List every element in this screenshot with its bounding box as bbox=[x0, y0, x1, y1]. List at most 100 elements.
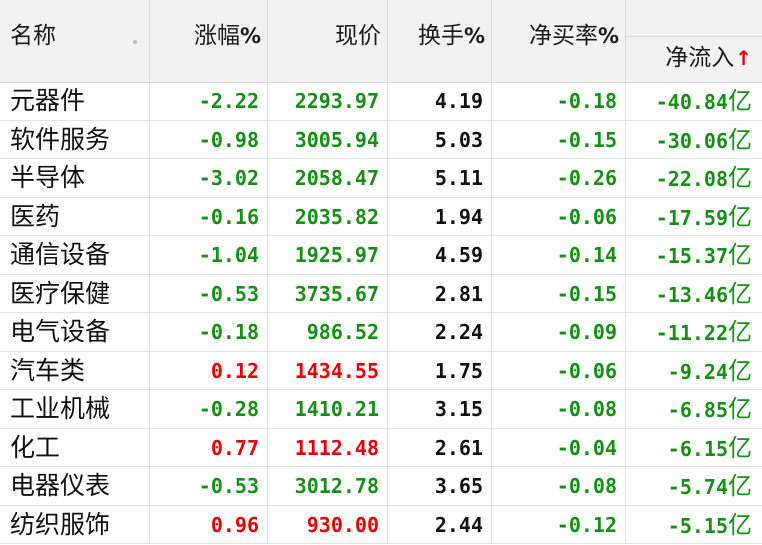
turnover-value: 1.94 bbox=[388, 197, 492, 235]
net-flow-value: -40.84亿 bbox=[655, 87, 752, 115]
column-header-price[interactable]: 现价 bbox=[268, 0, 388, 82]
unit-label: 亿 bbox=[728, 318, 752, 346]
unit-label: 亿 bbox=[728, 510, 752, 539]
net-buy-value: -0.06 bbox=[492, 197, 626, 235]
column-header-net-flow[interactable]: 净流入↑ bbox=[626, 0, 762, 82]
table-row[interactable]: 半导体 -3.02 2058.47 5.11 -0.26 -22.08亿 bbox=[0, 159, 762, 198]
change-value: -0.53 bbox=[150, 274, 268, 312]
net-buy-value: -0.26 bbox=[492, 159, 626, 197]
net-flow-value: -5.15亿 bbox=[667, 510, 752, 539]
column-header-turnover-label: 换手 bbox=[417, 23, 464, 49]
net-flow-value: -9.24亿 bbox=[667, 356, 752, 385]
turnover-value: 3.15 bbox=[388, 390, 492, 428]
turnover-value: 4.59 bbox=[388, 236, 492, 274]
price-value: 3735.67 bbox=[268, 274, 388, 312]
resize-handle-icon[interactable] bbox=[133, 40, 137, 44]
column-header-name[interactable]: 名称 bbox=[0, 0, 150, 82]
table-row[interactable]: 工业机械 -0.28 1410.21 3.15 -0.08 -6.85亿 bbox=[0, 390, 762, 429]
change-value: -2.22 bbox=[150, 82, 268, 120]
net-buy-value: -0.14 bbox=[492, 236, 626, 274]
net-flow-value: -13.46亿 bbox=[655, 279, 752, 308]
table-row[interactable]: 软件服务 -0.98 3005.94 5.03 -0.15 -30.06亿 bbox=[0, 120, 762, 159]
turnover-value: 5.11 bbox=[388, 159, 492, 197]
price-value: 1410.21 bbox=[268, 390, 388, 428]
change-value: 0.96 bbox=[150, 505, 268, 543]
price-value: 2058.47 bbox=[268, 159, 388, 197]
net-flow-value: -15.37亿 bbox=[655, 241, 752, 269]
sector-name: 纺织服饰 bbox=[0, 505, 150, 543]
percent-suffix: % bbox=[597, 24, 619, 48]
table-row[interactable]: 电器仪表 -0.53 3012.78 3.65 -0.08 -5.74亿 bbox=[0, 467, 762, 506]
unit-label: 亿 bbox=[728, 164, 752, 192]
change-value: -3.02 bbox=[150, 159, 268, 197]
net-buy-value: -0.15 bbox=[492, 274, 626, 312]
sector-flow-table: 名称 涨幅% 现价 换手% 净买率% 净流入↑ 元器件 -2.22 2293.97 4… bbox=[0, 0, 762, 545]
column-header-price-label: 现价 bbox=[335, 23, 381, 49]
column-header-net-buy[interactable]: 净买率% bbox=[492, 0, 626, 82]
turnover-value: 2.44 bbox=[388, 505, 492, 543]
net-buy-value: -0.08 bbox=[492, 467, 626, 505]
table-row[interactable]: 汽车类 0.12 1434.55 1.75 -0.06 -9.24亿 bbox=[0, 351, 762, 390]
column-header-name-label: 名称 bbox=[10, 23, 56, 49]
unit-label: 亿 bbox=[728, 241, 752, 269]
column-header-turnover[interactable]: 换手% bbox=[388, 0, 492, 82]
sector-name: 医药 bbox=[0, 197, 150, 235]
net-flow-value: -11.22亿 bbox=[655, 318, 752, 346]
unit-label: 亿 bbox=[728, 125, 752, 154]
unit-label: 亿 bbox=[728, 87, 752, 115]
net-flow-value: -30.06亿 bbox=[655, 125, 752, 154]
table-row[interactable]: 化工 0.77 1112.48 2.61 -0.04 -6.15亿 bbox=[0, 428, 762, 467]
table-row[interactable]: 医疗保健 -0.53 3735.67 2.81 -0.15 -13.46亿 bbox=[0, 274, 762, 313]
turnover-value: 2.24 bbox=[388, 313, 492, 351]
change-value: -0.98 bbox=[150, 120, 268, 158]
turnover-value: 4.19 bbox=[388, 82, 492, 120]
sector-name: 工业机械 bbox=[0, 390, 150, 428]
change-value: 0.77 bbox=[150, 428, 268, 466]
turnover-value: 2.61 bbox=[388, 428, 492, 466]
turnover-value: 3.65 bbox=[388, 467, 492, 505]
net-flow-value: -17.59亿 bbox=[655, 202, 752, 231]
column-header-net-flow-label: 净流入 bbox=[665, 45, 735, 71]
table-row[interactable]: 医药 -0.16 2035.82 1.94 -0.06 -17.59亿 bbox=[0, 197, 762, 236]
table-body: 元器件 -2.22 2293.97 4.19 -0.18 -40.84亿 软件服务 -0.98… bbox=[0, 82, 762, 544]
sector-name: 软件服务 bbox=[0, 120, 150, 158]
net-buy-value: -0.08 bbox=[492, 390, 626, 428]
table-row[interactable]: 纺织服饰 0.96 930.00 2.44 -0.12 -5.15亿 bbox=[0, 505, 762, 544]
sector-name: 半导体 bbox=[0, 159, 150, 197]
unit-label: 亿 bbox=[728, 279, 752, 308]
column-header-change[interactable]: 涨幅% bbox=[150, 0, 268, 82]
unit-label: 亿 bbox=[728, 202, 752, 231]
change-value: 0.12 bbox=[150, 351, 268, 389]
table-row[interactable]: 通信设备 -1.04 1925.97 4.59 -0.14 -15.37亿 bbox=[0, 236, 762, 275]
price-value: 2293.97 bbox=[268, 82, 388, 120]
change-value: -1.04 bbox=[150, 236, 268, 274]
header-divider bbox=[626, 36, 762, 37]
column-header-change-label: 涨幅 bbox=[193, 23, 240, 49]
unit-label: 亿 bbox=[728, 395, 752, 423]
change-value: -0.28 bbox=[150, 390, 268, 428]
percent-suffix: % bbox=[463, 24, 485, 48]
unit-label: 亿 bbox=[728, 472, 752, 500]
net-buy-value: -0.09 bbox=[492, 313, 626, 351]
column-header-net-buy-label: 净买率 bbox=[528, 23, 598, 49]
price-value: 1434.55 bbox=[268, 351, 388, 389]
sort-arrow-up-icon: ↑ bbox=[735, 46, 752, 70]
price-value: 2035.82 bbox=[268, 197, 388, 235]
turnover-value: 2.81 bbox=[388, 274, 492, 312]
net-buy-value: -0.18 bbox=[492, 82, 626, 120]
net-buy-value: -0.06 bbox=[492, 351, 626, 389]
price-value: 986.52 bbox=[268, 313, 388, 351]
net-buy-value: -0.15 bbox=[492, 120, 626, 158]
sector-name: 汽车类 bbox=[0, 351, 150, 389]
change-value: -0.53 bbox=[150, 467, 268, 505]
unit-label: 亿 bbox=[728, 433, 752, 462]
table-header: 名称 涨幅% 现价 换手% 净买率% 净流入↑ bbox=[0, 0, 762, 83]
turnover-value: 5.03 bbox=[388, 120, 492, 158]
table-row[interactable]: 元器件 -2.22 2293.97 4.19 -0.18 -40.84亿 bbox=[0, 82, 762, 121]
sector-name: 电器仪表 bbox=[0, 467, 150, 505]
table-row[interactable]: 电气设备 -0.18 986.52 2.24 -0.09 -11.22亿 bbox=[0, 313, 762, 352]
change-value: -0.16 bbox=[150, 197, 268, 235]
net-buy-value: -0.12 bbox=[492, 505, 626, 543]
net-flow-value: -6.85亿 bbox=[667, 395, 752, 423]
change-value: -0.18 bbox=[150, 313, 268, 351]
